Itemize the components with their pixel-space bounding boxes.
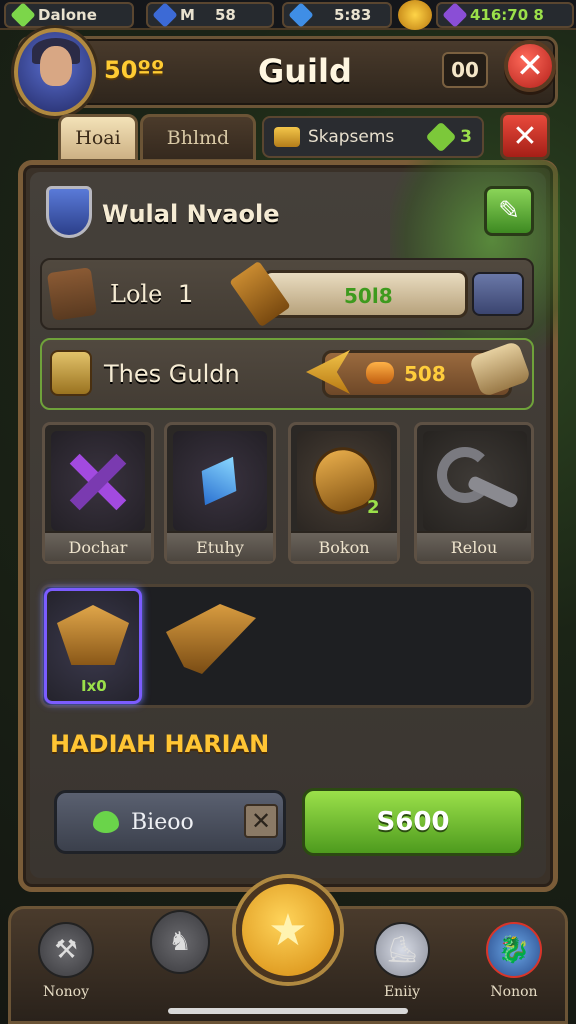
close-icon: ✕	[250, 807, 272, 835]
stat-pill-2[interactable]: 5:83	[282, 2, 392, 28]
gold-coin-icon	[398, 0, 432, 30]
purple-gem-icon	[442, 2, 468, 28]
golden-shield-icon: 2	[297, 431, 391, 531]
stat-3-value: 416:70 8	[470, 6, 544, 24]
dismiss-button[interactable]: ✕	[244, 804, 278, 838]
grey-button-label: Bieoo	[131, 809, 194, 835]
claim-button-label: S600	[376, 807, 450, 837]
equipment-slot-2[interactable]	[160, 594, 260, 690]
slot-label: Ix0	[81, 677, 107, 695]
shackle-icon	[423, 431, 527, 531]
close-icon: ✕	[515, 46, 545, 86]
sword-icon[interactable]	[472, 272, 524, 316]
scroll-icon	[366, 362, 394, 384]
stat-pill-3[interactable]: 416:70 8	[436, 2, 574, 28]
player-pill[interactable]: Dalone	[4, 2, 134, 28]
equipment-slot-active[interactable]: Ix0	[44, 588, 142, 704]
page-title: Guild	[258, 52, 352, 90]
close-tab-button[interactable]: ✕	[500, 112, 550, 160]
item-card-etuhy[interactable]: Etuhy	[164, 422, 276, 564]
item-label: Etuhy	[167, 531, 273, 561]
green-gem-icon	[425, 121, 457, 153]
nav-item-knight[interactable]: ♞	[132, 910, 228, 1010]
green-heart-icon	[93, 811, 119, 833]
role-level: 1	[178, 280, 194, 308]
item-card-relou[interactable]: Relou	[414, 422, 534, 564]
role-bar-value: 50l8	[344, 284, 393, 308]
guild-bar-value: 508	[404, 362, 446, 386]
tab-bhlmd[interactable]: Bhlmd	[140, 114, 256, 162]
shop-count: 3	[460, 127, 472, 147]
guild-name: Wulal Nvaole	[102, 200, 280, 228]
stat-1-value: 58	[214, 6, 236, 24]
stat-pill-1[interactable]: M 58	[146, 2, 274, 28]
stat-1-label: M	[180, 6, 195, 24]
avatar-face	[40, 46, 72, 86]
daily-claim-button[interactable]: S600	[302, 788, 524, 856]
close-icon: ✕	[512, 118, 538, 154]
chest-icon	[274, 127, 300, 147]
crossbow-gold-icon	[57, 605, 129, 665]
role-label: Lole	[110, 280, 163, 308]
nav-label: Eniiy	[383, 984, 421, 1000]
edit-button[interactable]: ✎	[484, 186, 534, 236]
daily-reward-title: HADIAH HARIAN	[50, 730, 270, 758]
close-button[interactable]: ✕	[504, 40, 556, 92]
dragon-icon: 🐉	[486, 922, 542, 978]
shop-tab[interactable]: Skapsems 3	[262, 116, 484, 158]
guild-shield-icon	[46, 186, 92, 238]
bow-gold-icon	[166, 604, 256, 674]
item-label: Relou	[417, 531, 531, 561]
nav-item-nonon[interactable]: 🐉 Nonon	[466, 910, 562, 1010]
item-label: Dochar	[45, 531, 151, 561]
boot-icon: ⛸	[374, 922, 430, 978]
nav-center-button[interactable]: ★	[236, 878, 340, 982]
item-card-bokon[interactable]: 2 Bokon	[288, 422, 400, 564]
tab-hoai[interactable]: Hoai	[58, 114, 138, 162]
pencil-icon: ✎	[498, 196, 520, 226]
item-card-dochar[interactable]: Dochar	[42, 422, 154, 564]
nav-item-nonoy[interactable]: ⚒ Nonoy	[18, 910, 114, 1010]
item-badge: 2	[367, 497, 380, 518]
blue-crystal-icon	[173, 431, 267, 531]
player-avatar[interactable]	[14, 28, 96, 116]
emblem-icon	[50, 350, 92, 396]
tab-label: Hoai	[75, 127, 121, 149]
tab-label: Bhlmd	[166, 127, 230, 149]
coin-count: 50ºº	[104, 56, 165, 84]
anvil-icon: ⚒	[38, 922, 94, 978]
knight-icon: ♞	[150, 910, 210, 974]
stat-2-value: 5:83	[334, 6, 372, 24]
home-indicator[interactable]	[168, 1008, 408, 1014]
green-gem-icon	[10, 2, 36, 28]
nav-item-eniiy[interactable]: ⛸ Eniiy	[354, 910, 450, 1010]
crossbow-purple-icon	[51, 431, 145, 531]
player-name: Dalone	[38, 6, 97, 24]
star-icon: ★	[268, 904, 308, 956]
blue-crystal-icon	[288, 2, 314, 28]
shop-label: Skapsems	[308, 127, 395, 147]
item-label: Bokon	[291, 531, 397, 561]
shield-icon	[152, 2, 178, 28]
guild-row-label: Thes Guldn	[104, 360, 240, 388]
nav-label: Nonoy	[42, 984, 90, 1000]
crate-icon	[46, 267, 98, 321]
counter-box[interactable]: 00	[442, 52, 488, 88]
nav-label: Nonon	[490, 984, 538, 1000]
